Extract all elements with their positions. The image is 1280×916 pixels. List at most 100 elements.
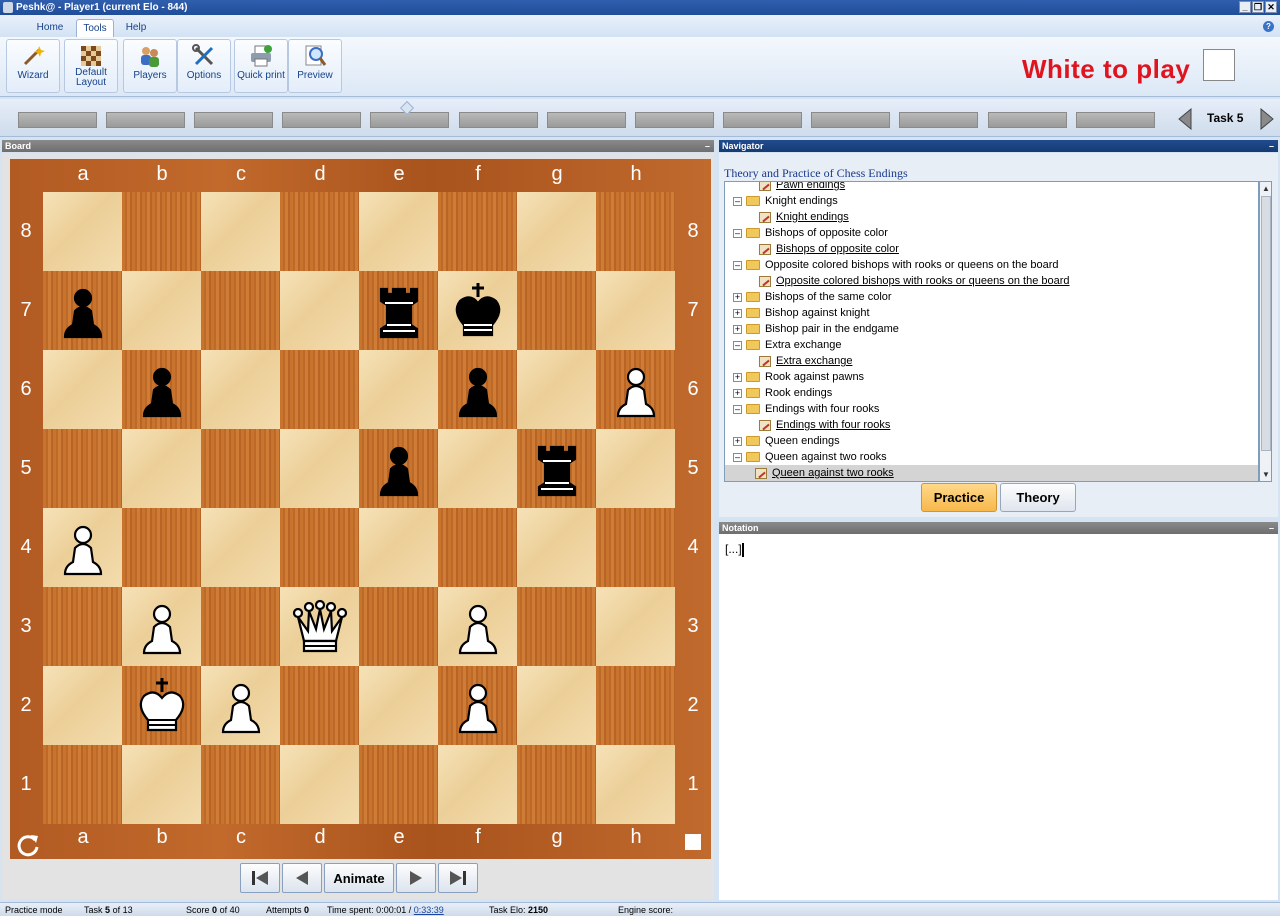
black-pawn-icon[interactable]	[359, 429, 438, 508]
white-queen-icon[interactable]	[280, 587, 359, 666]
square-g1[interactable]	[517, 745, 596, 824]
task-segment[interactable]	[547, 112, 626, 128]
task-segment[interactable]	[988, 112, 1067, 128]
task-segment[interactable]	[194, 112, 273, 128]
square-h8[interactable]	[596, 192, 675, 271]
black-rook-icon[interactable]	[359, 271, 438, 350]
tab-tools[interactable]: Tools	[76, 19, 114, 37]
collapse-icon[interactable]: –	[733, 405, 742, 414]
restore-button[interactable]: ❐	[1252, 1, 1264, 13]
square-b7[interactable]	[122, 271, 201, 350]
navigator-minimize[interactable]: –	[1269, 140, 1274, 152]
square-h7[interactable]	[596, 271, 675, 350]
players-button[interactable]: Players	[123, 39, 177, 93]
square-e2[interactable]	[359, 666, 438, 745]
tree-folder-item[interactable]: – Bishops of opposite color	[729, 225, 888, 241]
square-b1[interactable]	[122, 745, 201, 824]
square-h4[interactable]	[596, 508, 675, 587]
square-g7[interactable]	[517, 271, 596, 350]
theory-button[interactable]: Theory	[1000, 483, 1076, 512]
minimize-button[interactable]: _	[1239, 1, 1251, 13]
close-button[interactable]: ✕	[1265, 1, 1277, 13]
task-segment[interactable]	[1076, 112, 1155, 128]
task-segment[interactable]	[18, 112, 97, 128]
square-b4[interactable]	[122, 508, 201, 587]
square-e1[interactable]	[359, 745, 438, 824]
tree-task-item[interactable]: Endings with four rooks	[759, 417, 890, 433]
square-e4[interactable]	[359, 508, 438, 587]
task-segment[interactable]	[723, 112, 802, 128]
white-pawn-icon[interactable]	[596, 350, 675, 429]
tree-folder-item[interactable]: + Rook against pawns	[729, 369, 864, 385]
square-f5[interactable]	[438, 429, 517, 508]
collapse-icon[interactable]: –	[733, 453, 742, 462]
collapse-icon[interactable]: –	[733, 197, 742, 206]
last-move-button[interactable]	[438, 863, 478, 893]
preview-button[interactable]: Preview	[288, 39, 342, 93]
next-task-icon[interactable]	[1259, 108, 1275, 130]
square-h3[interactable]	[596, 587, 675, 666]
square-c5[interactable]	[201, 429, 280, 508]
expand-icon[interactable]: +	[733, 293, 742, 302]
white-pawn-icon[interactable]	[201, 666, 280, 745]
tree-folder-item[interactable]: – Opposite colored bishops with rooks or …	[729, 257, 1059, 273]
tree-folder-item[interactable]: + Bishop pair in the endgame	[729, 321, 899, 337]
time-total-link[interactable]: 0:33:39	[414, 905, 444, 915]
black-rook-icon[interactable]	[517, 429, 596, 508]
next-move-button[interactable]	[396, 863, 436, 893]
square-a1[interactable]	[43, 745, 122, 824]
scroll-down-icon[interactable]: ▼	[1261, 469, 1271, 480]
expand-icon[interactable]: +	[733, 373, 742, 382]
tree-folder-item[interactable]: + Queen endings	[729, 433, 840, 449]
square-h5[interactable]	[596, 429, 675, 508]
square-c4[interactable]	[201, 508, 280, 587]
square-f1[interactable]	[438, 745, 517, 824]
tree-task-item[interactable]: Queen against two rooks	[725, 465, 1258, 481]
expand-icon[interactable]: +	[733, 325, 742, 334]
collapse-icon[interactable]: –	[733, 341, 742, 350]
practice-button[interactable]: Practice	[921, 483, 997, 512]
tree-folder-item[interactable]: – Knight endings	[729, 193, 838, 209]
square-g3[interactable]	[517, 587, 596, 666]
task-segment[interactable]	[635, 112, 714, 128]
task-segment[interactable]	[459, 112, 538, 128]
square-g8[interactable]	[517, 192, 596, 271]
animate-button[interactable]: Animate	[324, 863, 394, 893]
task-segment[interactable]	[811, 112, 890, 128]
prev-task-icon[interactable]	[1177, 108, 1193, 130]
tab-help[interactable]: Help	[118, 19, 154, 37]
square-g6[interactable]	[517, 350, 596, 429]
tab-home[interactable]: Home	[30, 19, 70, 37]
black-pawn-icon[interactable]	[122, 350, 201, 429]
prev-move-button[interactable]	[282, 863, 322, 893]
square-c8[interactable]	[201, 192, 280, 271]
black-king-icon[interactable]	[438, 271, 517, 350]
square-h1[interactable]	[596, 745, 675, 824]
square-g2[interactable]	[517, 666, 596, 745]
tree-folder-item[interactable]: – Extra exchange	[729, 337, 841, 353]
black-pawn-icon[interactable]	[43, 271, 122, 350]
tree-task-item[interactable]: Pawn endings	[759, 182, 845, 193]
collapse-icon[interactable]: –	[733, 261, 742, 270]
square-d4[interactable]	[280, 508, 359, 587]
square-d7[interactable]	[280, 271, 359, 350]
square-g4[interactable]	[517, 508, 596, 587]
tree-task-item[interactable]: Knight endings	[759, 209, 849, 225]
black-pawn-icon[interactable]	[438, 350, 517, 429]
square-a5[interactable]	[43, 429, 122, 508]
square-f8[interactable]	[438, 192, 517, 271]
board-panel-minimize[interactable]: –	[705, 140, 710, 152]
square-d8[interactable]	[280, 192, 359, 271]
scroll-thumb[interactable]	[1261, 196, 1271, 451]
tree-task-item[interactable]: Bishops of opposite color	[759, 241, 899, 257]
square-d1[interactable]	[280, 745, 359, 824]
square-b8[interactable]	[122, 192, 201, 271]
white-pawn-icon[interactable]	[122, 587, 201, 666]
square-h2[interactable]	[596, 666, 675, 745]
square-f4[interactable]	[438, 508, 517, 587]
notation-minimize[interactable]: –	[1269, 522, 1274, 534]
square-e8[interactable]	[359, 192, 438, 271]
white-pawn-icon[interactable]	[438, 666, 517, 745]
help-icon[interactable]: ?	[1263, 21, 1274, 32]
task-segment[interactable]	[106, 112, 185, 128]
